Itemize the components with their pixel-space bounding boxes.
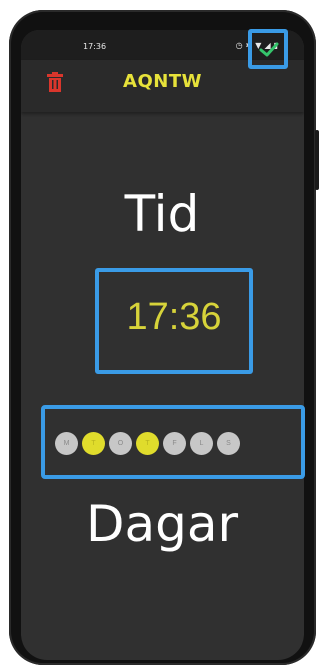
- app-title: AQNTW: [123, 71, 202, 92]
- phone-side-button: [315, 130, 319, 190]
- alarm-icon: ◷: [235, 41, 243, 50]
- day-toggle[interactable]: S: [217, 432, 240, 455]
- day-toggle[interactable]: L: [190, 432, 213, 455]
- day-toggle[interactable]: T: [82, 432, 105, 455]
- confirm-button[interactable]: [248, 29, 288, 69]
- check-icon: [259, 42, 279, 57]
- day-toggles: MTOTFLS: [55, 432, 240, 455]
- time-picker[interactable]: 17:36: [95, 268, 253, 374]
- time-heading: Tid: [124, 185, 200, 243]
- days-heading: Dagar: [85, 495, 239, 553]
- status-time: 17:36: [83, 42, 107, 51]
- day-toggle[interactable]: T: [136, 432, 159, 455]
- day-selector: MTOTFLS: [41, 405, 305, 479]
- day-toggle[interactable]: M: [55, 432, 78, 455]
- time-value: 17:36: [126, 296, 222, 338]
- day-toggle[interactable]: F: [163, 432, 186, 455]
- day-toggle[interactable]: O: [109, 432, 132, 455]
